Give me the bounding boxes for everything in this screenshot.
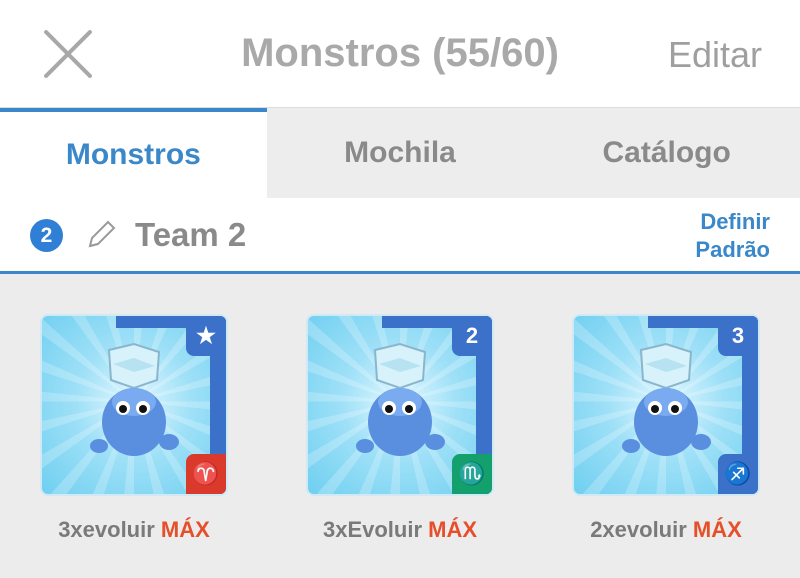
close-icon[interactable] [42,28,94,80]
header: Monstros (55/60) Editar [0,0,800,108]
team-bar: 2 Team 2 Definir Padrão [0,198,800,274]
tab-mochila[interactable]: Mochila [267,108,534,198]
monster-label: 3xEvoluir MÁX [306,517,494,543]
tab-catalogo[interactable]: Catálogo [533,108,800,198]
max-badge: MÁX [160,517,210,542]
monster-card[interactable]: 3 ♐ [572,314,760,496]
max-badge: MÁX [428,517,478,542]
team-number-badge: 2 [30,219,63,252]
monster-name: 3xevoluir [58,517,155,542]
tab-monstros[interactable]: Monstros [0,108,267,198]
team-name: Team 2 [135,216,247,253]
monster-card[interactable]: 2 ♏ [306,314,494,496]
sagittarius-icon: ♐ [718,454,758,494]
monster-image [622,342,711,456]
scorpio-icon: ♏ [452,454,492,494]
team-slot-badge: 3 [718,316,758,356]
monster-name: 2xevoluir [590,517,687,542]
set-default-line1: Definir [700,209,770,234]
monster-label: 2xevoluir MÁX [572,517,760,543]
monster-name: 3xEvoluir [322,517,423,542]
max-badge: MÁX [692,517,742,542]
monster-card[interactable]: ★ ♈ [40,314,228,496]
set-default-button[interactable]: Definir Padrão [695,208,770,264]
pencil-icon[interactable] [84,218,118,252]
edit-button[interactable]: Editar [668,34,762,76]
monster-image [90,342,179,456]
star-icon: ★ [186,316,226,356]
monster-label: 3xevoluir MÁX [40,517,228,543]
team-slot-badge: 2 [452,316,492,356]
monster-image [356,342,445,456]
tab-bar: Monstros Mochila Catálogo [0,108,800,198]
aries-icon: ♈ [186,454,226,494]
monster-grid: ★ ♈ 3xevoluir MÁX 2 ♏ 3xEvoluir MÁX 3 ♐ … [0,277,800,578]
set-default-line2: Padrão [695,237,770,262]
